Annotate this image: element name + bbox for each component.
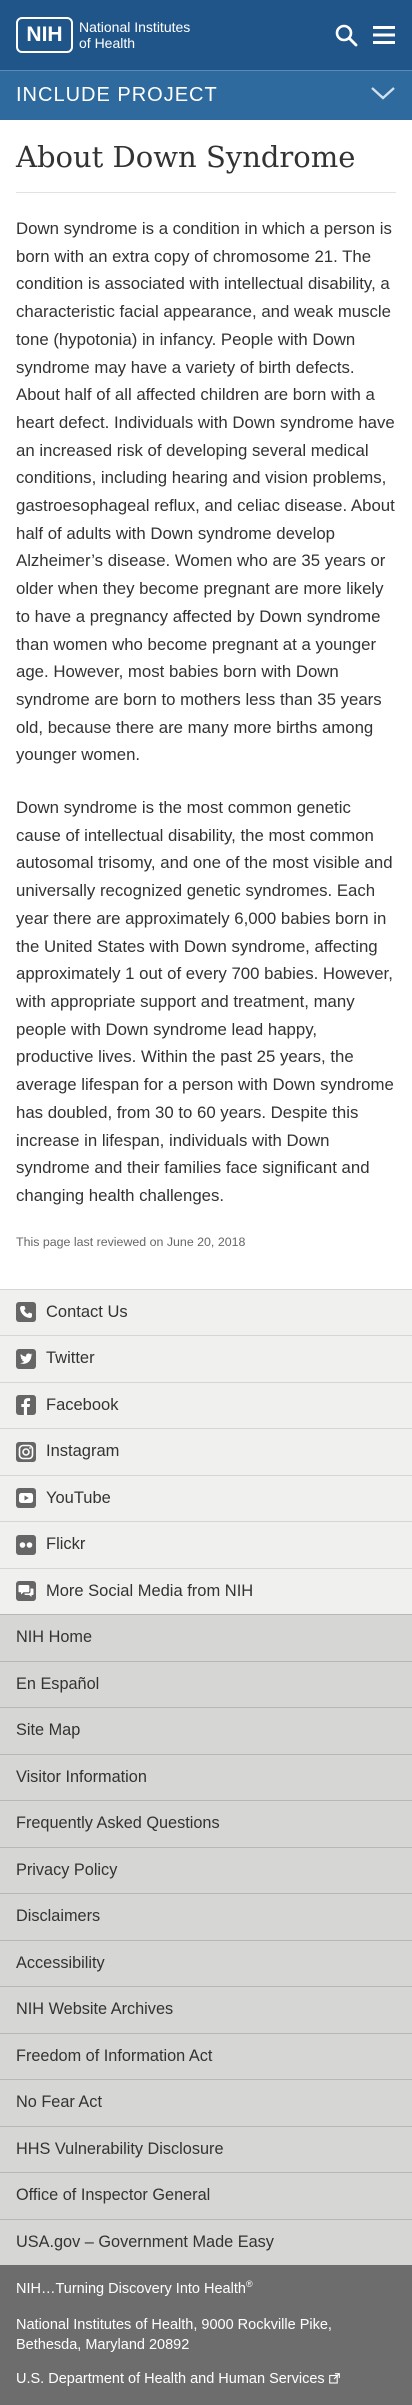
nih-logo-mark: NIH [16, 17, 73, 53]
project-bar-label: INCLUDE PROJECT [16, 84, 218, 106]
header-actions [334, 23, 396, 47]
chevron-down-icon[interactable] [370, 85, 396, 106]
footer-link-website-archives[interactable]: NIH Website Archives [0, 1986, 412, 2033]
site-footer: NIH…Turning Discovery Into Health® Natio… [0, 2265, 412, 2405]
footer-link-usa-gov[interactable]: USA.gov – Government Made Easy [0, 2218, 412, 2266]
address-line-1: National Institutes of Health, 9000 Rock… [16, 2316, 332, 2333]
main-content: About Down Syndrome Down syndrome is a c… [0, 120, 412, 1249]
social-item-more-social-media[interactable]: More Social Media from NIH [0, 1567, 412, 1615]
footer-link-faq[interactable]: Frequently Asked Questions [0, 1800, 412, 1847]
body-paragraph-2: Down syndrome is the most common genetic… [16, 798, 394, 1205]
footer-link-no-fear-act[interactable]: No Fear Act [0, 2079, 412, 2126]
footer-tagline: NIH…Turning Discovery Into Health® [16, 2279, 396, 2297]
external-link-icon [328, 2371, 340, 2387]
project-bar[interactable]: INCLUDE PROJECT [0, 70, 412, 120]
footer-address: National Institutes of Health, 9000 Rock… [16, 2315, 396, 2355]
logo-line-1: National Institutes [79, 19, 191, 35]
site-header: NIH National Institutes of Health [0, 0, 412, 70]
footer-link-hhs-vulnerability-disclosure[interactable]: HHS Vulnerability Disclosure [0, 2125, 412, 2173]
social-item-contact-us[interactable]: Contact Us [0, 1288, 412, 1336]
social-item-label: More Social Media from NIH [46, 1581, 254, 1600]
instagram-icon [16, 1441, 36, 1462]
phone-icon [16, 1302, 36, 1323]
footer-link-nih-home[interactable]: NIH Home [0, 1614, 412, 1661]
social-item-label: Instagram [46, 1442, 120, 1461]
footer-link-inspector-general[interactable]: Office of Inspector General [0, 2172, 412, 2219]
hhs-link-label: U.S. Department of Health and Human Serv… [16, 2370, 325, 2387]
social-item-label: YouTube [46, 1488, 111, 1507]
tagline-text: NIH…Turning Discovery Into Health [16, 2280, 246, 2297]
hamburger-menu-icon[interactable] [372, 24, 396, 46]
social-item-facebook[interactable]: Facebook [0, 1381, 412, 1429]
logo-line-2: of Health [79, 35, 136, 51]
hhs-link[interactable]: U.S. Department of Health and Human Serv… [16, 2371, 396, 2387]
footer-link-en-espanol[interactable]: En Español [0, 1660, 412, 1708]
search-icon[interactable] [334, 23, 358, 47]
footer-link-accessibility[interactable]: Accessibility [0, 1939, 412, 1987]
footer-link-site-map[interactable]: Site Map [0, 1707, 412, 1754]
footer-link-privacy-policy[interactable]: Privacy Policy [0, 1846, 412, 1894]
twitter-icon [16, 1348, 36, 1369]
social-item-youtube[interactable]: YouTube [0, 1474, 412, 1522]
social-item-label: Flickr [46, 1535, 86, 1554]
facebook-icon [16, 1395, 36, 1416]
social-item-label: Twitter [46, 1349, 95, 1368]
nih-logo[interactable]: NIH National Institutes of Health [16, 17, 190, 53]
registered-mark: ® [245, 2279, 253, 2290]
page-title: About Down Syndrome [16, 140, 396, 193]
chat-bubbles-icon [16, 1581, 36, 1602]
social-item-flickr[interactable]: Flickr [0, 1521, 412, 1568]
address-line-2: Bethesda, Maryland 20892 [16, 2336, 190, 2353]
footer-links: NIH Home En Español Site Map Visitor Inf… [0, 1614, 412, 2266]
social-item-twitter[interactable]: Twitter [0, 1335, 412, 1382]
nih-logo-text: National Institutes of Health [79, 19, 190, 51]
footer-link-visitor-information[interactable]: Visitor Information [0, 1753, 412, 1801]
social-item-label: Facebook [46, 1395, 119, 1414]
footer-link-disclaimers[interactable]: Disclaimers [0, 1893, 412, 1940]
youtube-icon [16, 1488, 36, 1509]
social-item-label: Contact Us [46, 1302, 128, 1321]
social-links: Contact Us Twitter Facebook Instagram Yo… [0, 1288, 412, 1615]
last-reviewed-date: This page last reviewed on June 20, 2018 [16, 1234, 246, 1249]
social-item-instagram[interactable]: Instagram [0, 1428, 412, 1475]
footer-link-foia[interactable]: Freedom of Information Act [0, 2032, 412, 2080]
flickr-icon [16, 1534, 36, 1555]
body-paragraph-1: Down syndrome is a condition in which a … [16, 219, 395, 765]
